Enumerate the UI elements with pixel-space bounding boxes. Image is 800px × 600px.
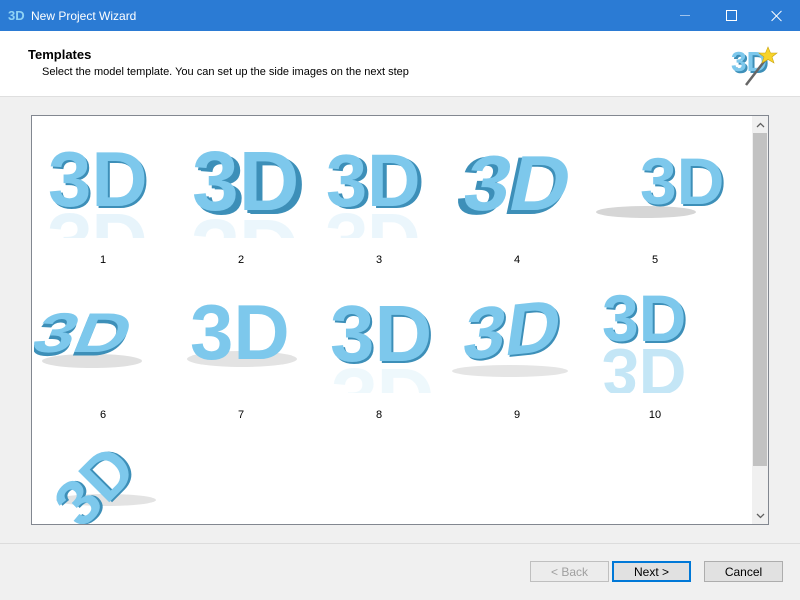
template-label: 3 [375,254,383,266]
svg-text:3D: 3D [48,135,148,223]
template-3[interactable]: 3D3D3D 3 [310,120,448,270]
template-label: 10 [648,409,662,421]
cancel-button[interactable]: Cancel [704,561,783,582]
template-11[interactable]: 3D 3D [34,430,172,525]
template-5[interactable]: 3D 3D 5 [586,120,724,270]
minimize-button[interactable] [662,0,708,31]
title-bar[interactable]: 3D New Project Wizard [0,0,800,31]
svg-text:3D: 3D [34,302,143,364]
svg-text:3D: 3D [602,281,686,355]
template-thumbnail-3d-icon: 3D3D3D [48,135,150,238]
template-label: 8 [375,409,383,421]
svg-text:3D: 3D [456,141,579,228]
back-button[interactable]: < Back [530,561,609,582]
svg-text:3D: 3D [640,144,724,218]
template-label: 5 [651,254,659,266]
maximize-button[interactable] [708,0,754,31]
template-6[interactable]: 3D 3D 6 [34,275,172,425]
app-3d-icon: 3D [8,8,25,23]
svg-text:3D: 3D [192,134,299,228]
template-10[interactable]: 3D 3D 3D 10 [586,275,724,425]
chevron-up-icon [756,122,764,127]
chevron-down-icon [756,513,764,518]
scrollbar-thumb[interactable] [753,133,767,466]
template-thumbnail-3d-icon: 3D3D [40,432,156,525]
template-thumbnail-3d-icon: 3D3D3D [602,281,688,393]
template-4[interactable]: 3D 3D 4 [448,120,586,270]
template-label: 9 [513,409,521,421]
template-9[interactable]: 3D 3D 9 [448,275,586,425]
template-thumbnail-3d-icon: 3D3D [449,141,579,233]
3d-wand-logo-icon: 3D 3D [731,46,778,86]
close-button[interactable] [754,0,800,31]
template-label: 2 [237,254,245,266]
template-thumbnail-3d-icon: 3D3D [596,144,724,220]
template-thumbnail-3d-icon: 3D3D [34,302,143,368]
scroll-down-button[interactable] [752,507,768,524]
template-thumbnail-3d-icon: 3D [187,288,297,376]
page-title: Templates [28,47,92,62]
svg-text:3D: 3D [8,8,25,23]
template-thumbnail-3d-icon: 3D3D3D [326,139,425,238]
svg-text:3D: 3D [731,46,767,77]
template-label: 1 [99,254,107,266]
template-label: 6 [99,409,107,421]
maximize-icon [725,10,737,21]
template-thumbnail-3d-icon: 3D3D [452,283,569,377]
template-1[interactable]: 3D3D3D 1 [34,120,172,270]
next-button[interactable]: Next > [612,561,691,582]
template-list[interactable]: 3D3D3D13D3D3D3D23D3D3D33D3D43D3D53D3D63D… [31,115,769,525]
template-label: 7 [237,409,245,421]
template-2[interactable]: 3D3D3D3D 2 [172,120,310,270]
svg-text:3D: 3D [330,289,432,378]
template-thumbnail-3d-icon: 3D3D3D [330,289,434,393]
scroll-up-button[interactable] [752,116,768,133]
template-8[interactable]: 3D3D3D 8 [310,275,448,425]
template-thumbnail-3d-icon: 3D3D3D3D [192,134,305,238]
wizard-header: Templates Select the model template. You… [0,31,800,97]
svg-text:3D: 3D [458,283,566,375]
svg-text:3D: 3D [190,288,290,376]
svg-text:3D: 3D [40,432,149,525]
minimize-icon [680,15,690,16]
template-label: 4 [513,254,521,266]
svg-text:3D: 3D [326,139,421,222]
footer-divider [0,543,800,544]
template-7[interactable]: 3D 7 [172,275,310,425]
vertical-scrollbar[interactable] [752,116,768,524]
window-title: New Project Wizard [31,9,137,23]
close-icon [771,10,783,22]
page-subtitle: Select the model template. You can set u… [42,66,409,78]
